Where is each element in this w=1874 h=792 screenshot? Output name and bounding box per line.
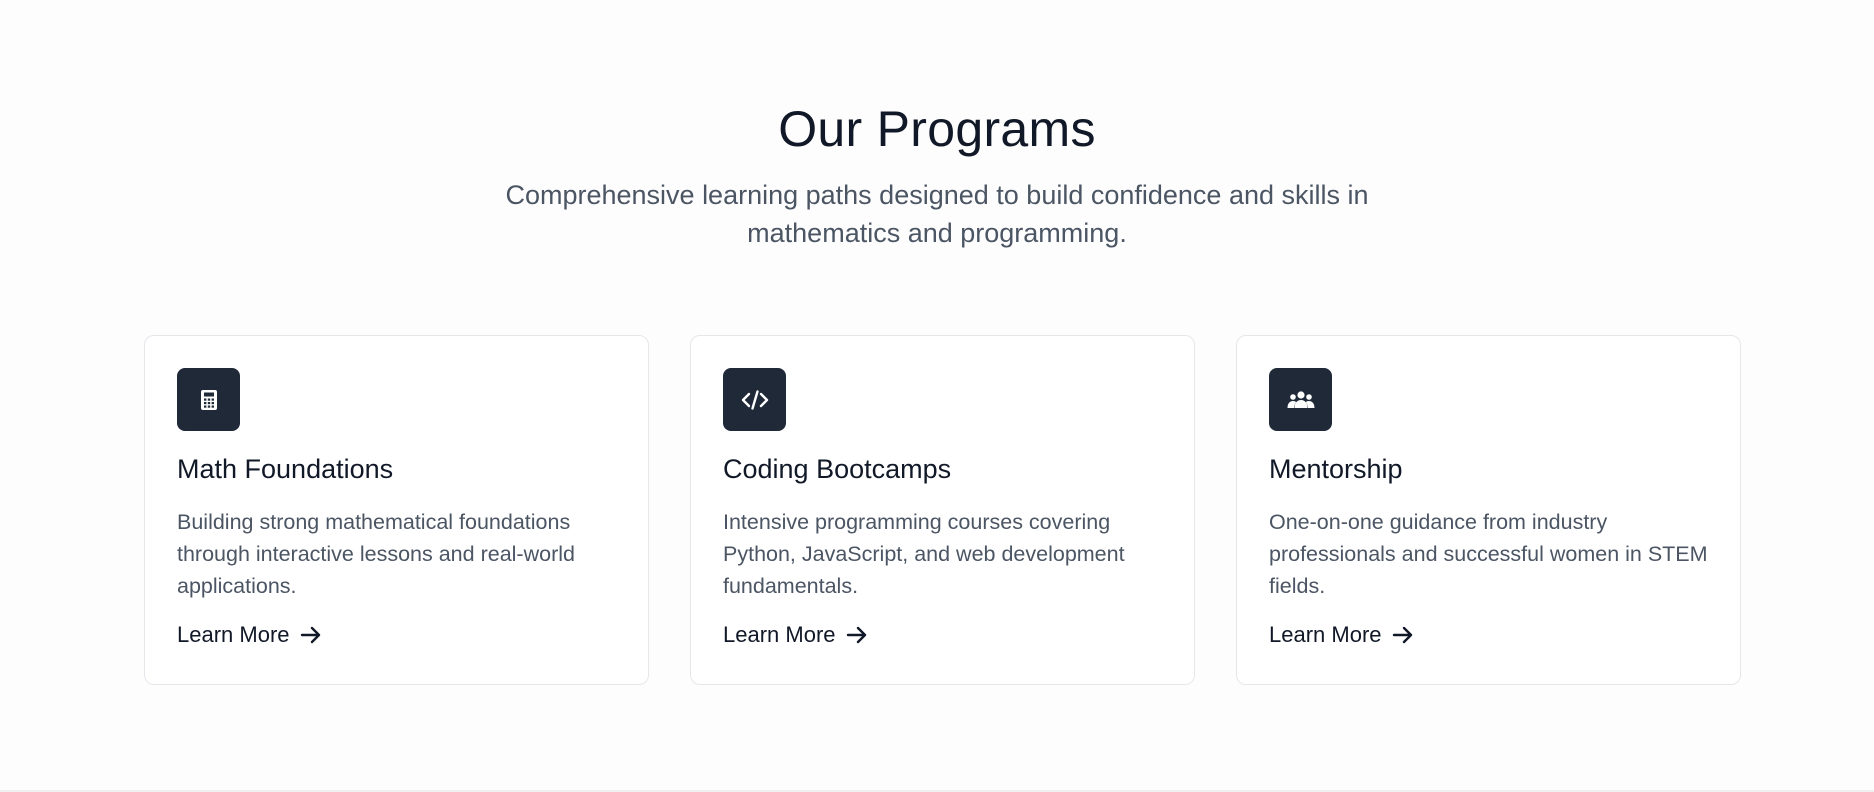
program-card-coding: Coding Bootcamps Intensive programming c… — [690, 335, 1195, 685]
program-card-math: Math Foundations Building strong mathema… — [144, 335, 649, 685]
section-subtitle: Comprehensive learning paths designed to… — [505, 180, 1369, 248]
learn-more-link[interactable]: Learn More — [723, 622, 868, 648]
card-description: Intensive programming courses covering P… — [723, 510, 1125, 598]
arrow-right-icon — [846, 626, 868, 644]
card-title: Mentorship — [1269, 454, 1403, 484]
learn-more-link[interactable]: Learn More — [177, 622, 322, 648]
learn-more-link[interactable]: Learn More — [1269, 622, 1414, 648]
users-icon — [1269, 368, 1332, 431]
card-title: Coding Bootcamps — [723, 454, 952, 484]
card-description: One-on-one guidance from industry profes… — [1269, 510, 1708, 598]
learn-more-label: Learn More — [1269, 622, 1382, 647]
section-title: Our Programs — [778, 101, 1096, 157]
learn-more-label: Learn More — [723, 622, 836, 647]
learn-more-label: Learn More — [177, 622, 290, 647]
program-card-mentorship: Mentorship One-on-one guidance from indu… — [1236, 335, 1741, 685]
calculator-icon — [177, 368, 240, 431]
arrow-right-icon — [1392, 626, 1414, 644]
programs-section: Our Programs Comprehensive learning path… — [0, 0, 1874, 792]
code-icon — [723, 368, 786, 431]
arrow-right-icon — [300, 626, 322, 644]
card-description: Building strong mathematical foundations… — [177, 510, 575, 598]
card-title: Math Foundations — [177, 454, 394, 484]
